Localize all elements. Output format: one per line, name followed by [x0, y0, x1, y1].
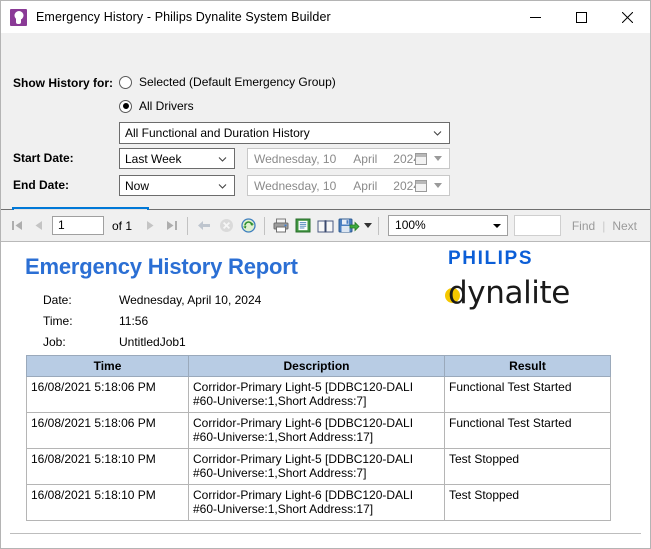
page-number-input[interactable]: 1 [52, 216, 104, 235]
window-controls [512, 1, 650, 33]
emergency-history-window: Emergency History - Philips Dynalite Sys… [0, 0, 651, 549]
show-history-label: Show History for: [13, 76, 114, 90]
page-total-label: of 1 [112, 218, 133, 233]
cell-result: Test Stopped [444, 448, 611, 485]
cell-time: 16/08/2021 5:18:10 PM [26, 484, 189, 521]
column-header-description: Description [188, 355, 445, 377]
report-body: Emergency History Report PHILIPS dynalit… [1, 242, 650, 548]
cell-description: Corridor-Primary Light-5 [DDBC120-DALI #… [188, 376, 445, 413]
cell-time: 16/08/2021 5:18:06 PM [26, 412, 189, 449]
toolbar-separator [187, 216, 189, 235]
export-icon[interactable] [336, 213, 362, 239]
page-setup-icon[interactable] [314, 213, 336, 239]
report-toolbar: 1 of 1 100% Find | Next [1, 210, 650, 242]
filter-form: Show History for: Selected (Default Emer… [1, 33, 650, 231]
search-input[interactable] [514, 215, 561, 236]
window-title: Emergency History - Philips Dynalite Sys… [36, 10, 331, 24]
table-row: 16/08/2021 5:18:06 PM Corridor-Primary L… [26, 376, 611, 413]
end-date-month: April [353, 178, 378, 193]
end-date-range-value: Now [125, 178, 150, 193]
cell-description: Corridor-Primary Light-6 [DDBC120-DALI #… [188, 484, 445, 521]
table-header-row: Time Description Result [26, 355, 611, 377]
find-button[interactable]: Find [565, 219, 602, 233]
previous-page-icon[interactable] [28, 213, 50, 239]
refresh-icon[interactable] [237, 213, 259, 239]
minimize-icon[interactable] [512, 1, 558, 33]
date-value: Wednesday, April 10, 2024 [119, 293, 262, 307]
cell-time: 16/08/2021 5:18:10 PM [26, 448, 189, 485]
start-date-range-select[interactable]: Last Week [119, 148, 235, 169]
last-page-icon[interactable] [160, 213, 182, 239]
cell-time: 16/08/2021 5:18:06 PM [26, 376, 189, 413]
page-layout-icon[interactable] [292, 213, 314, 239]
date-label: Date: [43, 293, 72, 307]
radio-all-drivers-label: All Drivers [139, 99, 194, 113]
dynalite-logo: dynalite [448, 275, 570, 311]
job-label: Job: [43, 335, 66, 349]
history-type-value: All Functional and Duration History [125, 126, 310, 140]
radio-all-drivers-group[interactable]: All Drivers [119, 99, 194, 113]
next-button[interactable]: Next [605, 219, 644, 233]
cell-description: Corridor-Primary Light-6 [DDBC120-DALI #… [188, 412, 445, 449]
first-page-icon[interactable] [6, 213, 28, 239]
time-value: 11:56 [119, 314, 149, 328]
chevron-down-icon [218, 183, 227, 189]
end-date-picker[interactable]: Wednesday, 10 April 2024 [247, 175, 450, 196]
start-date-range-value: Last Week [125, 151, 182, 166]
start-date-picker[interactable]: Wednesday, 10 April 2024 [247, 148, 450, 169]
zoom-select[interactable]: 100% [388, 215, 509, 236]
report-footer-divider [10, 533, 641, 534]
radio-selected-label: Selected (Default Emergency Group) [139, 75, 336, 89]
close-icon[interactable] [604, 1, 650, 33]
start-date-day: Wednesday, 10 [254, 151, 337, 166]
calendar-icon [415, 179, 427, 192]
end-date-label: End Date: [13, 178, 70, 192]
chevron-down-icon [434, 155, 442, 161]
table-row: 16/08/2021 5:18:06 PM Corridor-Primary L… [26, 412, 611, 449]
zoom-value: 100% [395, 218, 426, 232]
philips-logo: PHILIPS [448, 248, 534, 269]
chevron-down-icon [218, 156, 227, 162]
end-date-range-select[interactable]: Now [119, 175, 235, 196]
back-icon[interactable] [193, 213, 215, 239]
radio-selected-group[interactable]: Selected (Default Emergency Group) [119, 75, 336, 89]
column-header-result: Result [444, 355, 611, 377]
time-label: Time: [43, 314, 73, 328]
history-type-select[interactable]: All Functional and Duration History [119, 122, 450, 144]
toolbar-separator [378, 216, 380, 235]
radio-selected-indicator[interactable] [119, 75, 132, 89]
table-row: 16/08/2021 5:18:10 PM Corridor-Primary L… [26, 448, 611, 485]
stop-icon[interactable] [215, 213, 237, 239]
chevron-down-icon [434, 182, 442, 188]
cell-description: Corridor-Primary Light-5 [DDBC120-DALI #… [188, 448, 445, 485]
column-header-time: Time [26, 355, 189, 377]
lightbulb-icon [10, 8, 27, 26]
export-dropdown-icon[interactable] [362, 213, 373, 239]
cell-result: Functional Test Started [444, 412, 611, 449]
table-row: 16/08/2021 5:18:10 PM Corridor-Primary L… [26, 484, 611, 521]
end-date-day: Wednesday, 10 [254, 178, 337, 193]
history-table: Time Description Result 16/08/2021 5:18:… [26, 355, 611, 521]
print-icon[interactable] [270, 213, 292, 239]
job-value: UntitledJob1 [119, 335, 186, 349]
chevron-down-icon [493, 224, 502, 228]
start-date-month: April [353, 151, 378, 166]
maximize-icon[interactable] [558, 1, 604, 33]
calendar-icon [415, 152, 427, 165]
start-date-label: Start Date: [13, 151, 74, 165]
toolbar-separator [264, 216, 266, 235]
cell-result: Test Stopped [444, 484, 611, 521]
title-bar: Emergency History - Philips Dynalite Sys… [1, 1, 650, 33]
chevron-down-icon [433, 131, 442, 136]
radio-all-drivers-indicator[interactable] [119, 99, 132, 113]
report-title: Emergency History Report [25, 254, 298, 279]
next-page-icon[interactable] [138, 213, 160, 239]
cell-result: Functional Test Started [444, 376, 611, 413]
